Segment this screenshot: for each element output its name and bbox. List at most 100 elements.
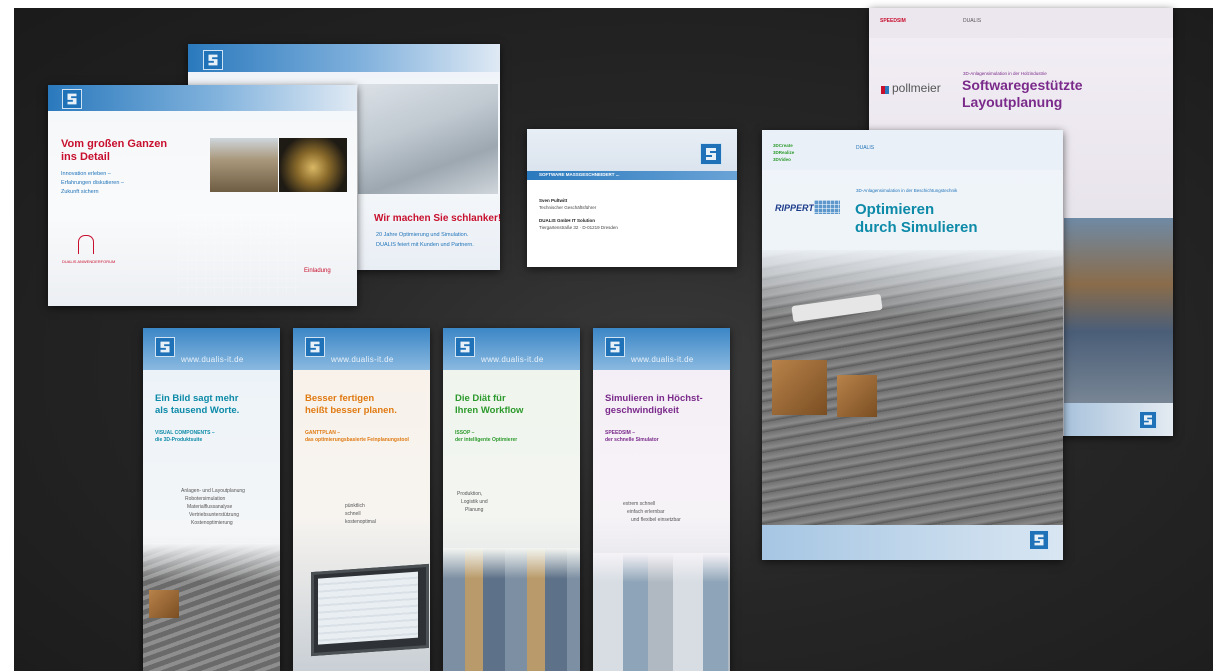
rollup-title-1: Die Diät für — [455, 393, 506, 404]
rollup-sub-2: der intelligente Optimierer — [455, 437, 518, 443]
rollup-domain: www.dualis-it.de — [481, 355, 544, 364]
business-card-title: Technischer Geschäftsführer — [539, 205, 597, 210]
rollup-bullet: einfach erlernbar — [627, 509, 665, 515]
rollup-sub-1: VISUAL COMPONENTS – — [155, 430, 215, 436]
top-border — [0, 0, 1213, 8]
rollup-sub-2: die 3D-Produktsuite — [155, 437, 203, 443]
flyer-invite-tag-3: Zukunft sichern — [61, 189, 99, 195]
rollup-title-2: Ihren Workflow — [455, 405, 524, 416]
rollup-title-1: Besser fertigen — [305, 393, 375, 404]
warehouse-photo — [1064, 218, 1173, 408]
frauenkirche-photo — [210, 138, 278, 192]
flyer-invite: Vom großen Ganzen ins Detail Innovation … — [48, 85, 357, 306]
business-card-company: DUALIS GmbH IT Solution — [539, 218, 595, 223]
pollmeier-top-right: DUALIS — [963, 18, 982, 24]
rollup-bullet: Logistik und — [461, 499, 488, 505]
business-card-name: Sven Pultwitt — [539, 198, 568, 203]
left-border — [0, 0, 14, 671]
rollup-sub-1: SPEEDSIM – — [605, 430, 636, 436]
dualis-logo-icon — [1139, 411, 1157, 429]
rollup-bullet: extrem schnell — [623, 501, 656, 507]
flyer-invite-band — [48, 85, 357, 111]
crate-2 — [837, 375, 877, 417]
rippert-product-1: 3DCreate — [773, 143, 793, 148]
pollmeier-client: pollmeier — [892, 81, 941, 95]
rollup-bullet: Vertriebsunterstützung — [189, 512, 240, 518]
dualis-logo-icon — [62, 89, 82, 109]
rippert-logo-dots — [814, 200, 840, 214]
flyer-schlank-line1: 20 Jahre Optimierung und Simulation. — [376, 232, 469, 238]
rollup-domain: www.dualis-it.de — [181, 355, 244, 364]
rollup-bullet: Produktion, — [457, 491, 483, 497]
business-card: SOFTWARE MASSGESCHNEIDERT ... Sven Pultw… — [527, 129, 737, 267]
pollmeier-subtitle: 3D-Anlagensimulation in der Holzindustri… — [963, 71, 1047, 76]
rollup-domain: www.dualis-it.de — [331, 355, 394, 364]
rollup-title-2: heißt besser planen. — [305, 405, 397, 416]
rollup-sub-2: der schnelle Simulator — [605, 437, 659, 443]
flyer-schlank-band — [188, 44, 500, 72]
rollup-bullet: kostenoptimal — [345, 519, 376, 525]
rippert-subtitle: 3D-Anlagensimulation in der Beschichtung… — [856, 188, 958, 193]
flyer-invite-event: DUALIS ANWENDERFORUM — [62, 259, 116, 264]
flyer-invite-tag-2: Erfahrungen diskutieren – — [61, 180, 124, 186]
porcelain-photo — [279, 138, 347, 192]
rollup-title-2: geschwindigkeit — [605, 405, 679, 416]
gantt-chart — [318, 571, 418, 645]
forum-emblem-icon — [78, 235, 94, 254]
rollup-bullet: und flexibel einsetzbar — [631, 517, 681, 523]
dualis-logo-icon — [305, 337, 325, 357]
rippert-top-strip — [762, 130, 1063, 170]
monitor-screen — [311, 563, 429, 657]
pollmeier-title-2: Layoutplanung — [962, 94, 1063, 110]
rollup-sub-1: GANTTPLAN – — [305, 430, 340, 436]
rollup-bullet: Materialflussanalyse — [187, 504, 233, 510]
dark-backdrop: Wir machen Sie schlanker! 20 Jahre Optim… — [0, 0, 1213, 671]
pollmeier-top-strip — [869, 8, 1173, 38]
rollup-title-1: Simulieren in Höchst- — [605, 393, 703, 404]
dualis-logo-icon — [1029, 530, 1049, 550]
rippert-title-2: durch Simulieren — [855, 219, 978, 236]
rippert-title-1: Optimieren — [855, 201, 935, 218]
rollup-sub-2: das optimierungsbasierte Feinplanungstoo… — [305, 437, 409, 443]
flyer-invite-texture — [178, 215, 298, 295]
business-card-address: Tiergartenstraße 32 · D-01219 Dresden — [539, 225, 618, 230]
flyer-invite-label: Einladung — [304, 268, 331, 274]
rollup-bullet: schnell — [345, 511, 361, 517]
rollup-title-2: als tausend Worte. — [155, 405, 240, 416]
brochure-rippert: 3DCreate 3DRealize 3DVideo DUALIS 3D-Anl… — [762, 130, 1063, 560]
dualis-logo-icon — [155, 337, 175, 357]
flyer-invite-tag-1: Innovation erleben – — [61, 171, 111, 177]
pollmeier-title-1: Softwaregestützte — [962, 77, 1083, 93]
flyer-invite-title-2: ins Detail — [61, 151, 110, 163]
pollmeier-top-left: SPEEDSIM — [880, 18, 906, 24]
dualis-logo-icon — [605, 337, 625, 357]
rollup-issop: www.dualis-it.de Die Diät für Ihren Work… — [443, 328, 580, 671]
rippert-product-3: 3DVideo — [773, 157, 791, 162]
flyer-schlank-line2: DUALIS feiert mit Kunden und Partnern. — [376, 242, 474, 248]
dualis-logo-icon — [455, 337, 475, 357]
rippert-footer — [762, 525, 1063, 560]
rollup-domain: www.dualis-it.de — [631, 355, 694, 364]
flyer-invite-title-1: Vom großen Ganzen — [61, 138, 168, 150]
flyer-schlank-headline: Wir machen Sie schlanker! — [374, 213, 500, 224]
rollup-ganttplan: www.dualis-it.de Besser fertigen heißt b… — [293, 328, 430, 671]
factory-photo — [358, 84, 498, 194]
rollup-collage — [443, 548, 580, 671]
rollup-bullet: Kostenoptimierung — [191, 520, 233, 526]
rollup-collage — [593, 553, 730, 671]
rollup-crate — [149, 590, 179, 618]
rollup-bullet: Planung — [465, 507, 484, 513]
crate-1 — [772, 360, 827, 415]
rippert-top-right: DUALIS — [856, 145, 875, 151]
dualis-logo-icon — [203, 50, 223, 70]
rollup-bullet: Robotersimulation — [185, 496, 226, 502]
rippert-product-2: 3DRealize — [773, 150, 795, 155]
dualis-logo-icon — [700, 143, 722, 165]
rollup-sub-1: ISSOP – — [455, 430, 475, 436]
rollup-bullet: pünktlich — [345, 503, 365, 509]
rollup-visual-components: www.dualis-it.de Ein Bild sagt mehr als … — [143, 328, 280, 671]
business-card-band-text: SOFTWARE MASSGESCHNEIDERT ... — [539, 172, 620, 177]
rollup-title-1: Ein Bild sagt mehr — [155, 393, 239, 404]
rippert-client: RIPPERT — [775, 203, 814, 213]
rollup-speedsim: www.dualis-it.de Simulieren in Höchst- g… — [593, 328, 730, 671]
